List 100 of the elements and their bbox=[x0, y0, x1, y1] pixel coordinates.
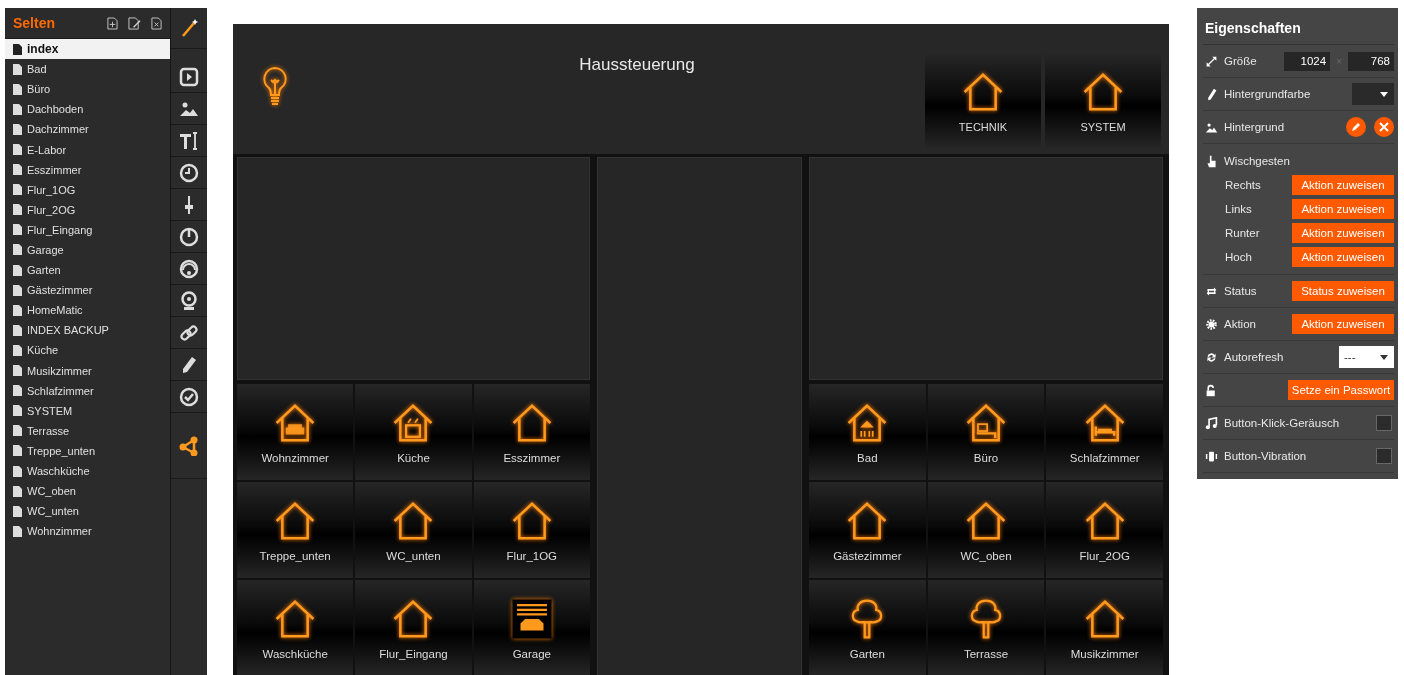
document-icon bbox=[13, 324, 22, 336]
document-icon bbox=[13, 144, 22, 155]
room-tile[interactable]: Esszimmer bbox=[473, 384, 590, 480]
property-label: Autorefresh bbox=[1224, 351, 1285, 363]
room-tile[interactable]: Büro bbox=[927, 384, 1045, 480]
page-item[interactable]: WC_unten bbox=[5, 501, 170, 522]
resize-icon bbox=[1205, 54, 1218, 68]
page-item[interactable]: Treppe_unten bbox=[5, 440, 170, 461]
document-icon bbox=[13, 485, 22, 497]
swipe-direction-label: Rechts bbox=[1225, 179, 1262, 191]
page-item[interactable]: E-Labor bbox=[5, 139, 170, 160]
checkbox[interactable] bbox=[1376, 415, 1392, 431]
document-icon bbox=[13, 123, 22, 135]
document-icon bbox=[13, 344, 22, 356]
room-tile[interactable]: Bad bbox=[809, 384, 926, 480]
play-icon[interactable] bbox=[179, 66, 199, 87]
page-item[interactable]: Schlafzimmer bbox=[5, 380, 170, 401]
webcam-icon[interactable] bbox=[179, 290, 199, 311]
page-item[interactable]: Büro bbox=[5, 79, 170, 100]
room-tile[interactable]: SYSTEM bbox=[1045, 54, 1161, 148]
edit-button[interactable] bbox=[1346, 117, 1366, 137]
room-tile[interactable]: Gästezimmer bbox=[809, 482, 926, 578]
clock-icon[interactable] bbox=[179, 162, 199, 183]
document-icon bbox=[13, 264, 22, 276]
text-icon[interactable] bbox=[179, 130, 199, 151]
height-field[interactable]: 768 bbox=[1348, 51, 1394, 71]
document-icon bbox=[13, 204, 22, 216]
page-item[interactable]: Küche bbox=[5, 340, 170, 361]
room-tile[interactable]: Treppe_unten bbox=[237, 482, 354, 578]
page-item[interactable]: Waschküche bbox=[5, 460, 170, 482]
close-icon bbox=[1379, 122, 1389, 132]
page-item[interactable]: index bbox=[5, 39, 170, 60]
room-tile[interactable]: Garten bbox=[809, 580, 926, 675]
document-icon bbox=[13, 465, 22, 477]
link-icon[interactable] bbox=[179, 322, 199, 343]
property-label: Button-Vibration bbox=[1224, 450, 1308, 462]
room-tile[interactable]: Flur_2OG bbox=[1046, 482, 1163, 578]
document-icon bbox=[13, 304, 22, 316]
property-label: Button-Klick-Geräusch bbox=[1224, 417, 1341, 429]
document-icon bbox=[13, 83, 22, 95]
share-icon[interactable] bbox=[179, 435, 199, 456]
remove-button[interactable] bbox=[1374, 117, 1394, 137]
checkbox[interactable] bbox=[1376, 448, 1392, 464]
times-sign: × bbox=[1336, 55, 1342, 67]
page-item[interactable]: SYSTEM bbox=[5, 400, 170, 421]
page-item[interactable]: Esszimmer bbox=[5, 159, 170, 180]
width-field[interactable]: 1024 bbox=[1284, 51, 1331, 71]
caret-icon bbox=[1380, 91, 1388, 97]
page-item[interactable]: Gästezimmer bbox=[5, 280, 170, 301]
vibration-icon bbox=[1205, 449, 1218, 463]
edit-page-icon[interactable] bbox=[128, 16, 141, 30]
page-item[interactable]: Garage bbox=[5, 239, 170, 261]
check-icon[interactable] bbox=[179, 386, 199, 407]
page-title: Haussteuerung bbox=[578, 55, 696, 75]
document-icon bbox=[13, 365, 22, 377]
room-tile[interactable]: Flur_1OG bbox=[473, 482, 590, 578]
document-icon bbox=[13, 525, 22, 537]
add-page-icon[interactable] bbox=[107, 16, 118, 30]
swipe-direction-label: Hoch bbox=[1225, 251, 1253, 263]
hand-icon bbox=[1205, 154, 1218, 168]
room-tile[interactable]: Küche bbox=[355, 384, 472, 480]
page-item[interactable]: Flur_2OG bbox=[5, 199, 170, 220]
gauge-icon[interactable] bbox=[179, 258, 199, 279]
page-item[interactable]: Dachzimmer bbox=[5, 119, 170, 140]
room-tile[interactable]: WC_unten bbox=[355, 482, 472, 578]
document-icon bbox=[13, 224, 22, 236]
refresh-icon bbox=[1205, 350, 1218, 364]
delete-page-icon[interactable] bbox=[151, 16, 162, 30]
page-item[interactable]: Bad bbox=[5, 59, 170, 80]
page-item[interactable]: Wohnzimmer bbox=[5, 521, 170, 542]
room-tile[interactable]: Schlafzimmer bbox=[1046, 384, 1163, 480]
page-item[interactable]: Flur_1OG bbox=[5, 179, 170, 200]
document-icon bbox=[13, 164, 22, 176]
property-label: Status bbox=[1224, 285, 1258, 297]
page-item[interactable]: WC_oben bbox=[5, 481, 170, 502]
room-tile[interactable]: Musikzimmer bbox=[1046, 580, 1163, 675]
document-icon bbox=[13, 63, 22, 75]
power-icon[interactable] bbox=[179, 226, 199, 247]
swipe-direction-label: Links bbox=[1225, 203, 1253, 215]
autorefresh-dropdown[interactable]: --- bbox=[1339, 346, 1394, 368]
property-label: Hintergrund bbox=[1224, 121, 1286, 133]
page-item[interactable]: Garten bbox=[5, 260, 170, 281]
room-tile[interactable]: Garage bbox=[473, 580, 590, 675]
color-dropdown[interactable] bbox=[1352, 83, 1394, 105]
pen-icon bbox=[1351, 122, 1361, 132]
page-item[interactable]: Musikzimmer bbox=[5, 360, 170, 381]
gear-icon bbox=[1205, 317, 1218, 331]
room-tile[interactable]: Waschküche bbox=[237, 580, 354, 675]
room-tile[interactable]: Flur_Eingang bbox=[355, 580, 472, 675]
magic-wand-icon[interactable] bbox=[179, 18, 199, 38]
room-tile[interactable]: WC_oben bbox=[927, 482, 1045, 578]
room-tile[interactable]: TECHNIK bbox=[925, 54, 1041, 148]
room-tile[interactable]: Terrasse bbox=[927, 580, 1045, 675]
page-item[interactable]: Dachboden bbox=[5, 99, 170, 120]
room-tile[interactable]: Wohnzimmer bbox=[237, 384, 354, 480]
page-item[interactable]: HomeMatic bbox=[5, 300, 170, 321]
document-icon bbox=[13, 43, 22, 55]
page-item[interactable]: Terrasse bbox=[5, 420, 170, 441]
page-item[interactable]: Flur_Eingang bbox=[5, 219, 170, 240]
page-item[interactable]: INDEX BACKUP bbox=[5, 320, 170, 341]
